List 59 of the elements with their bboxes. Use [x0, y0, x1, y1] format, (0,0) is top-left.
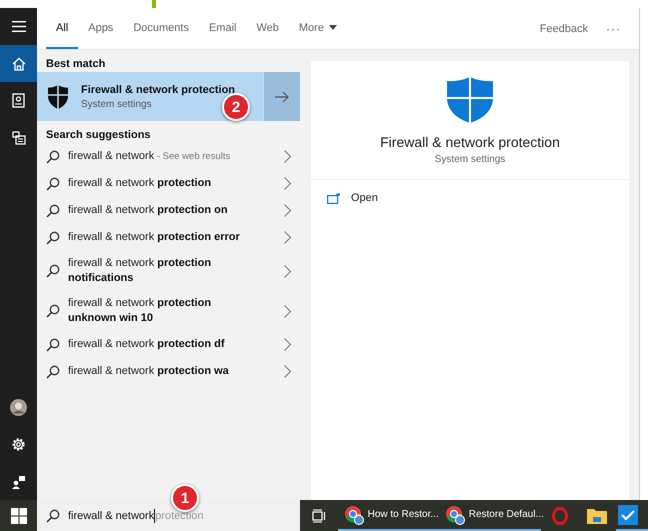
avatar-icon — [10, 399, 27, 416]
search-suggestion[interactable]: firewall & network protection error — [37, 224, 300, 251]
filter-tab[interactable]: Apps — [78, 8, 124, 49]
search-suggestion[interactable]: firewall & network protection df — [37, 331, 300, 358]
folder-icon — [587, 508, 608, 524]
search-icon — [46, 230, 60, 244]
search-icon — [46, 204, 60, 218]
home-button[interactable] — [0, 45, 37, 82]
chrome-icon — [444, 504, 465, 524]
chevron-icon — [284, 338, 291, 351]
search-icon — [46, 338, 60, 352]
search-suggestion[interactable]: firewall & network - See web results — [37, 143, 300, 170]
search-icon — [46, 176, 60, 190]
chevron-icon — [284, 150, 291, 163]
search-icon — [46, 150, 60, 164]
chevron-icon — [284, 231, 291, 244]
search-icon — [46, 264, 60, 278]
home-icon — [12, 56, 26, 70]
windows-logo-icon — [10, 508, 26, 524]
filter-tab[interactable]: More — [288, 8, 347, 49]
more-options-button[interactable]: ··· — [600, 8, 639, 49]
menu-icon — [12, 21, 26, 32]
search-icon — [46, 508, 60, 522]
opera-icon — [552, 506, 568, 524]
preview-title: Firewall & network protection — [380, 134, 560, 150]
settings-icon — [11, 437, 26, 452]
search-icon — [46, 364, 60, 378]
chrome-icon — [344, 504, 364, 524]
section-heading: Search suggestions — [45, 128, 152, 143]
notebook-icon — [12, 93, 25, 108]
chevron-icon — [284, 264, 291, 278]
task-view-icon — [312, 508, 326, 522]
feedback-link[interactable]: Feedback — [528, 8, 600, 49]
chevron-icon — [284, 204, 291, 217]
chevron-icon — [284, 304, 291, 318]
preview-subtitle: System settings — [434, 154, 506, 165]
open-window-icon — [327, 192, 341, 204]
documents-icon — [12, 130, 26, 144]
person-icon — [12, 474, 26, 488]
taskbar-app[interactable]: Restore Defaul... — [438, 500, 541, 531]
open-action[interactable]: Open — [327, 192, 378, 204]
checkmark-icon — [618, 504, 638, 524]
search-suggestion[interactable]: firewall & network protection — [37, 170, 300, 197]
search-suggestion[interactable]: firewall & network protection wa — [37, 358, 300, 385]
search-icon — [46, 304, 60, 318]
search-suggestion[interactable]: firewall & network protection notifications — [37, 251, 300, 291]
section-heading: Best match — [45, 57, 106, 72]
search-suggestion[interactable]: firewall & network protection unknown win 10 — [37, 291, 300, 331]
taskbar-app[interactable]: How to Restor... — [338, 500, 439, 531]
filter-tab[interactable]: Web — [246, 8, 289, 49]
shield-icon — [446, 76, 494, 124]
search-suggestion[interactable]: firewall & network protection on — [37, 197, 300, 224]
chevron-icon — [284, 365, 291, 378]
filter-tab[interactable]: Documents — [123, 8, 199, 49]
filter-tab[interactable]: Email — [198, 8, 246, 49]
chevron-icon — [284, 177, 291, 190]
arrow-icon — [275, 90, 289, 102]
shield-icon — [47, 84, 69, 110]
background-window — [152, 0, 156, 8]
